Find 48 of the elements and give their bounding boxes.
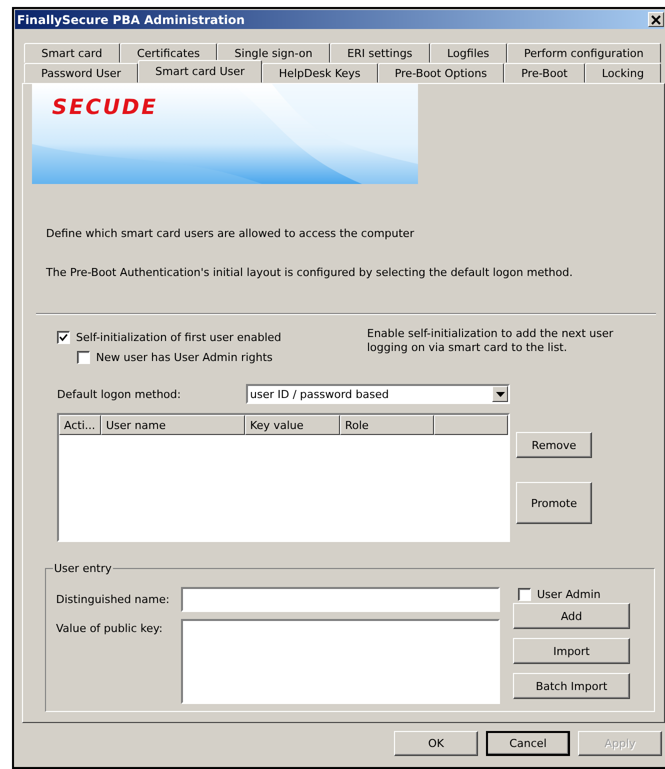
- check-icon: [59, 332, 68, 342]
- tab[interactable]: Smart card User: [138, 60, 262, 83]
- tab[interactable]: Password User: [24, 63, 138, 83]
- field-label: Default logon method:: [57, 388, 182, 400]
- column-header[interactable]: [434, 415, 508, 435]
- text-area[interactable]: [181, 619, 500, 704]
- tab[interactable]: Perform configuration: [506, 43, 661, 63]
- window-title: FinallySecure PBA Administration: [17, 12, 246, 26]
- description-text: Define which smart card users are allowed to access the computer: [45, 227, 416, 240]
- input-field[interactable]: [181, 587, 500, 612]
- checkbox-label: User Admin: [537, 588, 601, 600]
- checkbox[interactable]: [57, 330, 70, 344]
- tab[interactable]: Locking: [584, 63, 662, 83]
- logo: SECUDE: [52, 95, 158, 119]
- action-button[interactable]: Promote: [516, 482, 592, 524]
- logon-method-dropdown[interactable]: user ID / password based: [246, 384, 510, 404]
- tab[interactable]: ERI settings: [330, 43, 430, 63]
- close-button[interactable]: [648, 12, 664, 27]
- field-label: Distinguished name:: [56, 593, 170, 606]
- checkbox-label: Self-initialization of first user enabled: [76, 330, 282, 344]
- close-icon: [651, 14, 661, 24]
- action-button[interactable]: Import: [513, 638, 630, 664]
- tab[interactable]: Pre-Boot Options: [378, 63, 504, 83]
- tab[interactable]: Logfiles: [430, 43, 507, 63]
- checkbox-row[interactable]: User Admin: [513, 585, 630, 603]
- tab[interactable]: Smart card: [24, 43, 120, 63]
- tab[interactable]: Pre-Boot: [504, 63, 585, 83]
- column-header[interactable]: Key value: [245, 415, 340, 435]
- checkbox-label: New user has User Admin rights: [96, 350, 273, 364]
- action-button[interactable]: Batch Import: [513, 673, 630, 699]
- action-button[interactable]: Remove: [516, 432, 592, 458]
- checkbox[interactable]: [77, 350, 90, 364]
- checkbox-row[interactable]: New user has User Admin rights: [57, 347, 367, 367]
- column-header[interactable]: User name: [101, 415, 245, 435]
- dialog-button[interactable]: OK: [394, 731, 478, 756]
- column-header[interactable]: Acti...: [59, 415, 101, 435]
- checkbox-row[interactable]: Self-initialization of first user enabled: [57, 327, 367, 347]
- tab[interactable]: Single sign-on: [217, 43, 330, 63]
- dropdown-arrow-icon: [496, 392, 504, 396]
- checkbox[interactable]: [518, 588, 531, 600]
- description-text: The Pre-Boot Authentication's initial layout is configured by selecting the default logon method.: [45, 266, 574, 279]
- tab[interactable]: HelpDesk Keys: [262, 63, 378, 83]
- column-header[interactable]: Role: [340, 415, 434, 435]
- dialog-button[interactable]: Cancel: [486, 731, 570, 756]
- hint-text: Enable self-initialization to add the next user logging on via smart card to the list.: [367, 327, 614, 356]
- action-button[interactable]: Add: [513, 603, 630, 629]
- field-label: Value of public key:: [56, 622, 164, 635]
- group-title: User entry: [53, 562, 113, 575]
